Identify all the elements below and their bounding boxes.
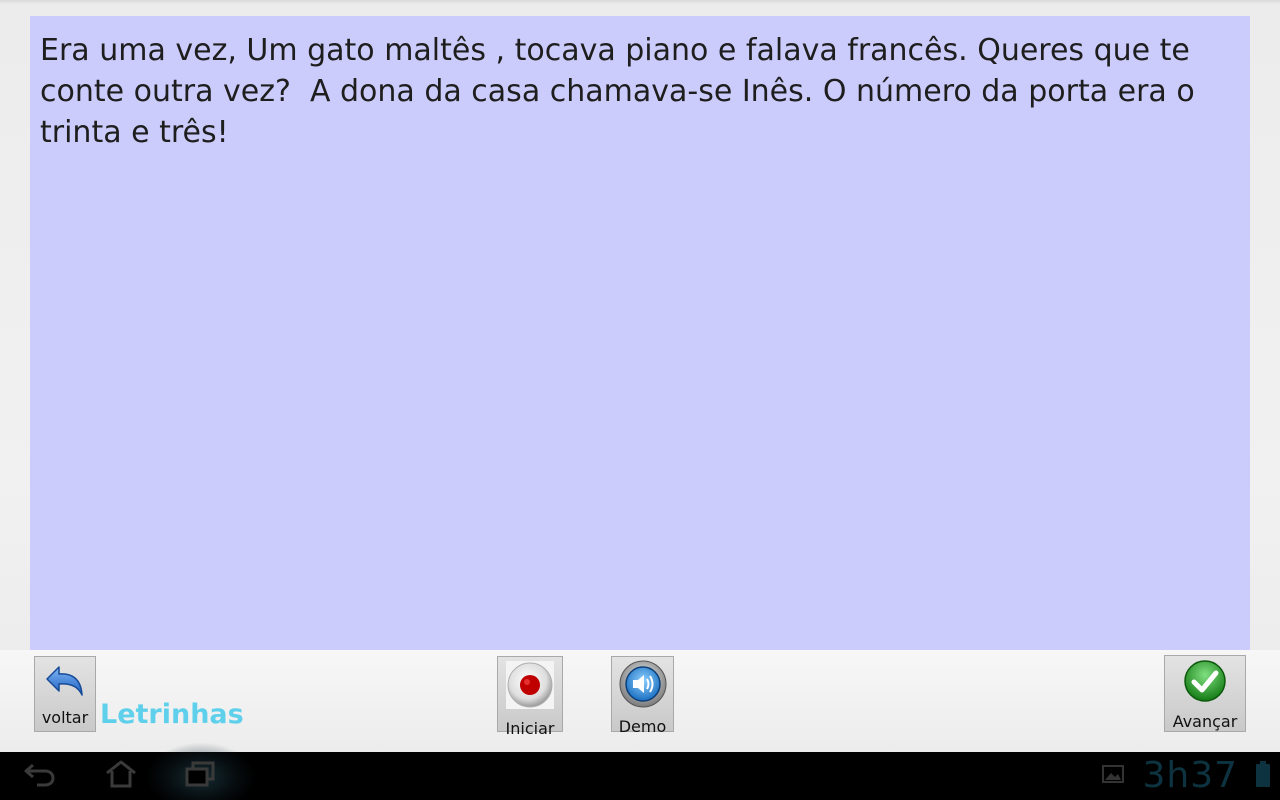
nav-home-icon (104, 759, 138, 793)
battery-icon (1256, 761, 1270, 791)
nav-recent-apps-button[interactable] (176, 758, 224, 794)
gallery-icon (1102, 764, 1125, 788)
demo-button-label: Demo (618, 717, 667, 736)
status-clock: 3h37 (1142, 755, 1238, 796)
next-button-label: Avançar (1172, 712, 1238, 731)
start-recording-button[interactable]: Iniciar (497, 656, 563, 738)
bottom-toolbar: voltar Letrinhas Iniciar Demo Avançar (0, 650, 1280, 752)
status-area: 3h37 (1102, 752, 1270, 800)
nav-back-button[interactable] (16, 758, 64, 794)
nav-back-icon (23, 760, 57, 792)
nav-home-button[interactable] (97, 758, 145, 794)
story-text-panel: Era uma vez, Um gato maltês , tocava pia… (30, 16, 1250, 650)
app-name: Letrinhas (100, 699, 244, 730)
back-button[interactable]: voltar (34, 656, 96, 732)
check-icon (1183, 659, 1227, 707)
demo-button[interactable]: Demo (611, 656, 674, 736)
story-text: Era uma vez, Um gato maltês , tocava pia… (40, 33, 1205, 150)
nav-recent-apps-icon (183, 760, 217, 792)
next-button[interactable]: Avançar (1164, 655, 1246, 732)
start-button-label: Iniciar (505, 719, 555, 738)
system-navigation-bar: 3h37 (0, 742, 1280, 800)
back-button-label: voltar (41, 708, 89, 727)
undo-arrow-icon (43, 665, 87, 703)
speaker-icon (618, 659, 668, 713)
record-icon (505, 660, 555, 714)
